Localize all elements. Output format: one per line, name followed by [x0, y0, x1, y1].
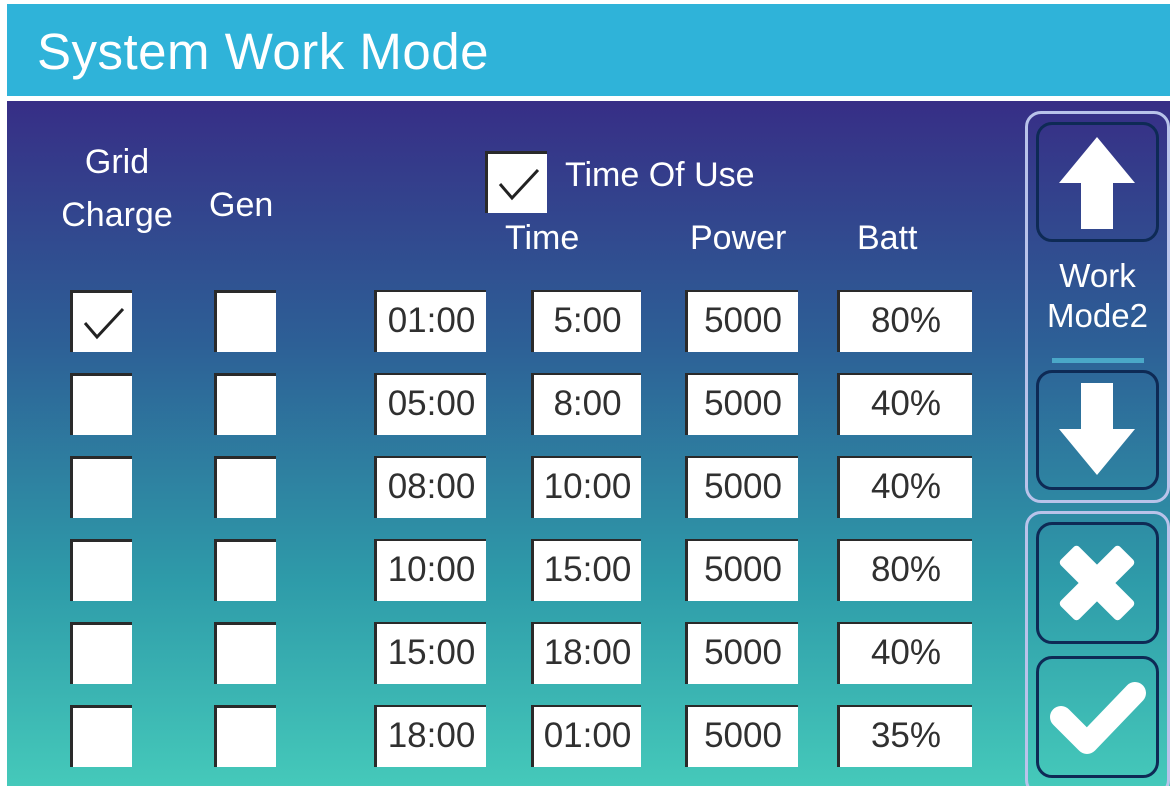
grid-charge-checkbox[interactable]: [70, 622, 132, 684]
gen-checkbox[interactable]: [214, 705, 276, 767]
confirm-button[interactable]: [1036, 656, 1159, 778]
start-time-field[interactable]: 18:00: [374, 705, 486, 767]
close-icon: [1059, 545, 1135, 621]
cancel-button[interactable]: [1036, 522, 1159, 644]
grid-charge-checkbox[interactable]: [70, 539, 132, 601]
grid-charge-header-line2: Charge: [61, 196, 173, 234]
grid-charge-checkbox[interactable]: [70, 456, 132, 518]
gen-header: Gen: [209, 186, 274, 224]
power-field[interactable]: 5000: [685, 705, 798, 767]
nav-group-bottom: [1025, 511, 1170, 786]
power-field[interactable]: 5000: [685, 290, 798, 352]
header-bar: System Work Mode: [7, 4, 1170, 99]
start-time-field[interactable]: 01:00: [374, 290, 486, 352]
end-time-field[interactable]: 18:00: [531, 622, 641, 684]
power-field[interactable]: 5000: [685, 539, 798, 601]
start-time-field[interactable]: 05:00: [374, 373, 486, 435]
page-up-button[interactable]: [1036, 122, 1159, 242]
check-mark-icon: [498, 168, 540, 201]
batt-field[interactable]: 40%: [837, 456, 972, 518]
end-time-field[interactable]: 8:00: [531, 373, 641, 435]
time-of-use-checkbox[interactable]: [485, 151, 547, 213]
grid-charge-checkbox[interactable]: [70, 705, 132, 767]
gen-checkbox[interactable]: [214, 622, 276, 684]
work-mode-label: Work Mode2: [1028, 256, 1167, 336]
page-indicator: [1052, 358, 1144, 363]
page-title: System Work Mode: [37, 23, 490, 80]
batt-field[interactable]: 40%: [837, 622, 972, 684]
grid-charge-checkbox[interactable]: [70, 373, 132, 435]
power-header: Power: [690, 219, 787, 257]
power-field[interactable]: 5000: [685, 373, 798, 435]
end-time-field[interactable]: 10:00: [531, 456, 641, 518]
power-field[interactable]: 5000: [685, 622, 798, 684]
batt-field[interactable]: 80%: [837, 290, 972, 352]
page-down-button[interactable]: [1036, 370, 1159, 490]
grid-charge-checkbox[interactable]: [70, 290, 132, 352]
time-header: Time: [505, 219, 580, 257]
screen: System Work Mode Grid Charge Gen Time Of…: [7, 4, 1170, 786]
end-time-field[interactable]: 15:00: [531, 539, 641, 601]
gen-checkbox[interactable]: [214, 373, 276, 435]
start-time-field[interactable]: 08:00: [374, 456, 486, 518]
nav-group-top: Work Mode2: [1025, 111, 1170, 503]
gen-checkbox[interactable]: [214, 290, 276, 352]
gen-checkbox[interactable]: [214, 456, 276, 518]
arrow-down-icon: [1059, 383, 1135, 475]
power-field[interactable]: 5000: [685, 456, 798, 518]
work-mode-line1: Work: [1059, 257, 1136, 294]
check-mark-icon: [83, 307, 125, 340]
batt-field[interactable]: 80%: [837, 539, 972, 601]
work-mode-line2: Mode2: [1047, 297, 1148, 334]
time-of-use-label: Time Of Use: [565, 156, 755, 194]
start-time-field[interactable]: 10:00: [374, 539, 486, 601]
gen-checkbox[interactable]: [214, 539, 276, 601]
batt-field[interactable]: 40%: [837, 373, 972, 435]
start-time-field[interactable]: 15:00: [374, 622, 486, 684]
end-time-field[interactable]: 5:00: [531, 290, 641, 352]
batt-header: Batt: [857, 219, 918, 257]
check-icon: [1050, 682, 1146, 754]
grid-charge-header-line1: Grid: [84, 143, 150, 181]
grid-charge-header: Grid Charge: [47, 143, 187, 235]
settings-panel: Grid Charge Gen Time Of Use Time Power B…: [7, 101, 1170, 786]
arrow-up-icon: [1059, 137, 1135, 229]
batt-field[interactable]: 35%: [837, 705, 972, 767]
end-time-field[interactable]: 01:00: [531, 705, 641, 767]
